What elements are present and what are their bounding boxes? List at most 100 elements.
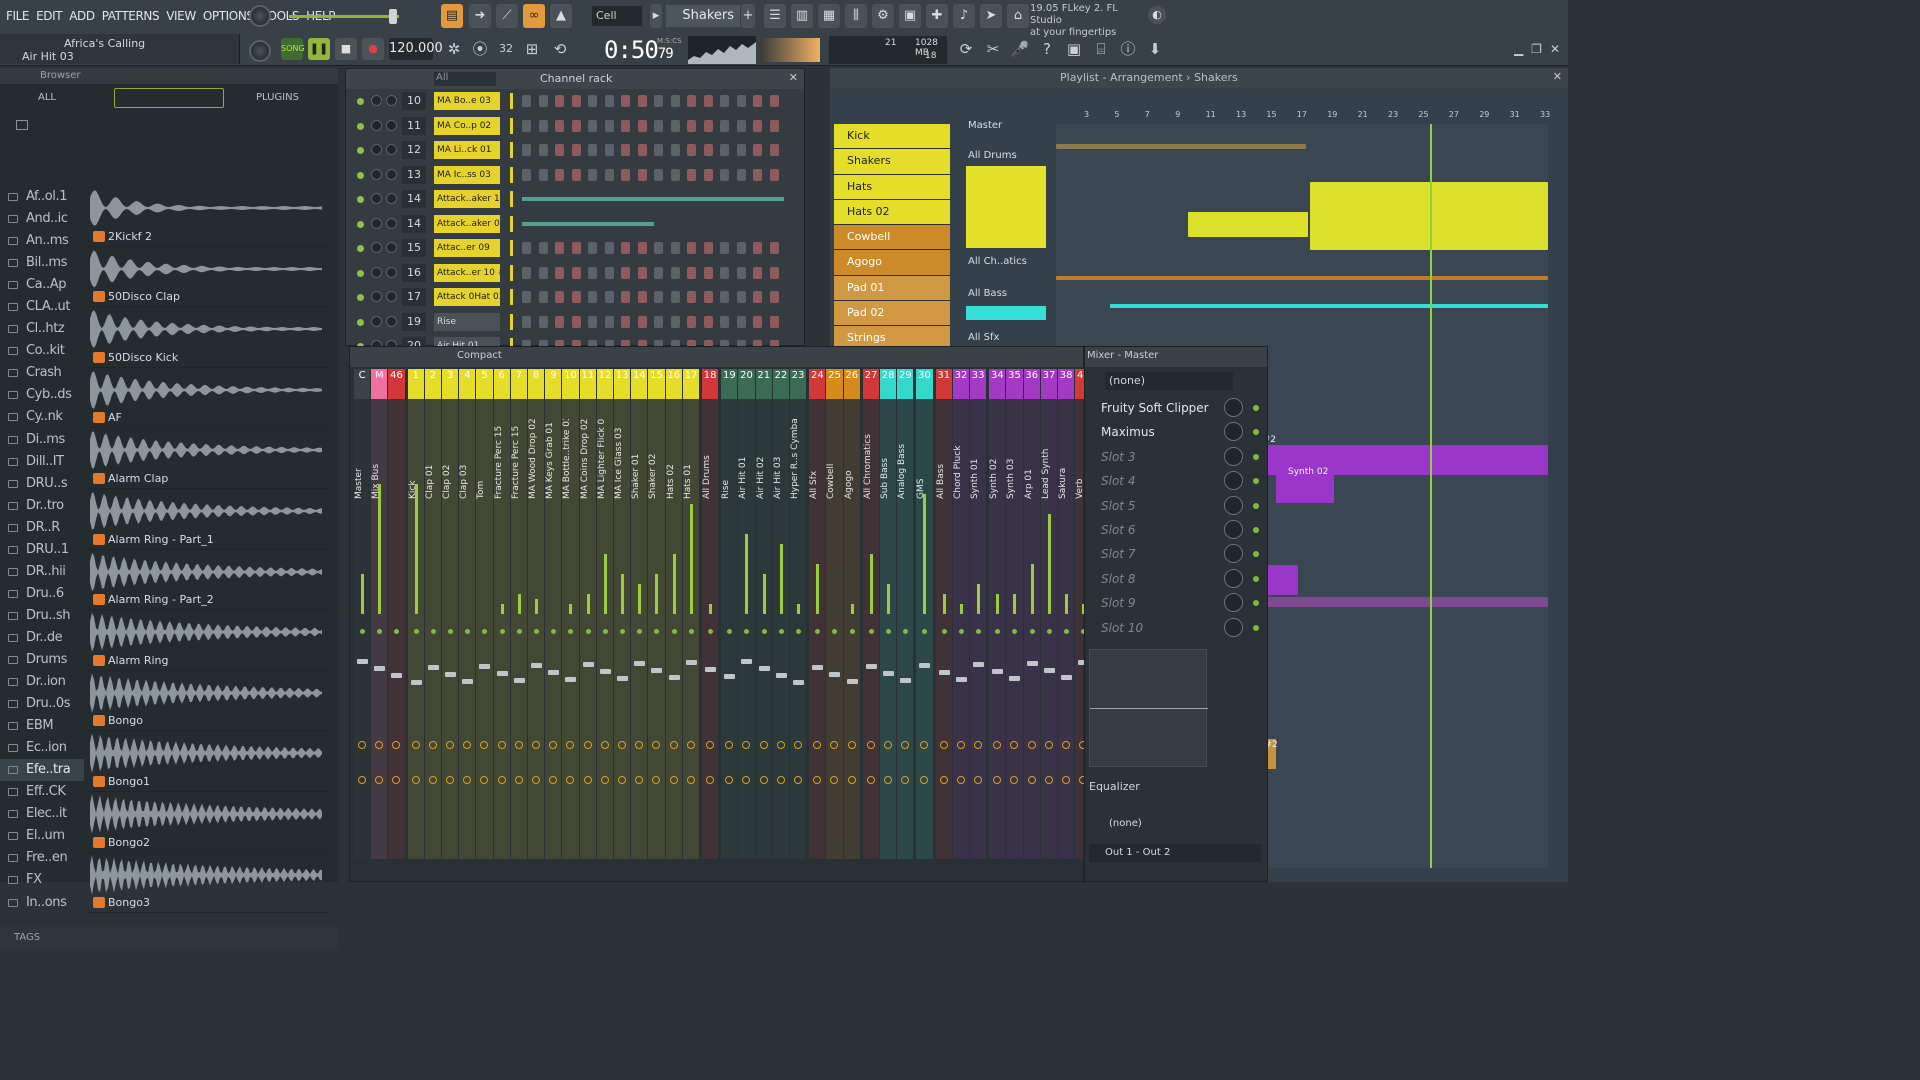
send-icon[interactable] <box>1010 776 1019 784</box>
step-button[interactable] <box>621 315 630 328</box>
browser-folder[interactable]: Dr..de <box>0 627 84 649</box>
channel-mixer-track[interactable]: 17 <box>402 288 426 306</box>
mixer-strip[interactable]: 13 MA Ice Glass 03 <box>614 369 631 859</box>
mixer-strip[interactable]: 34 Synth 02 <box>989 369 1006 859</box>
step-button[interactable] <box>571 291 581 303</box>
step-button[interactable] <box>538 291 548 303</box>
step-button[interactable] <box>670 315 680 328</box>
mixer-volume-fader[interactable] <box>531 663 542 668</box>
channel-mute-led[interactable] <box>357 98 364 105</box>
send-icon[interactable] <box>759 776 768 784</box>
step-button[interactable] <box>571 266 581 279</box>
mixer-strip[interactable]: 7 Fracture Perc 15 <box>510 369 528 859</box>
route-knob[interactable] <box>480 741 489 749</box>
mixer-strip[interactable]: C Master <box>354 369 371 859</box>
route-knob[interactable] <box>776 741 785 749</box>
step-button[interactable] <box>621 95 630 107</box>
channel-volume-knob[interactable] <box>386 315 397 327</box>
mixer-strip-enable-led[interactable] <box>516 629 522 634</box>
pause-button[interactable]: ❚❚ <box>308 38 330 60</box>
channel-mixer-track[interactable]: 15 <box>402 239 426 257</box>
browser-folder[interactable]: Ec..ion <box>0 737 84 759</box>
step-button[interactable] <box>555 315 564 328</box>
fx-slot-enable-led[interactable] <box>1253 624 1259 631</box>
send-icon[interactable] <box>956 776 965 784</box>
master-pitch-slider[interactable] <box>289 9 399 24</box>
send-icon[interactable] <box>600 776 609 784</box>
step-button[interactable] <box>522 291 531 303</box>
channel-select-bar[interactable] <box>510 191 513 207</box>
mixer-volume-fader[interactable] <box>548 670 560 675</box>
step-button[interactable] <box>588 266 597 279</box>
mixer-volume-fader[interactable] <box>741 659 753 664</box>
step-button[interactable] <box>588 168 597 181</box>
fx-slot-enable-led[interactable] <box>1253 527 1259 533</box>
mixer-strip-enable-led[interactable] <box>708 629 713 634</box>
step-button[interactable] <box>687 95 696 107</box>
mixer-volume-fader[interactable] <box>938 670 950 675</box>
channel-select-bar[interactable] <box>510 289 513 305</box>
step-button[interactable] <box>621 119 630 132</box>
channel-select-bar[interactable] <box>510 117 513 134</box>
sample-item[interactable]: Bongo1 <box>88 731 328 792</box>
step-button[interactable] <box>637 266 647 279</box>
send-icon[interactable] <box>514 776 523 784</box>
mixer-strip[interactable]: 30 GMS <box>916 369 933 859</box>
step-button[interactable] <box>571 242 581 254</box>
output-select[interactable]: Out 1 - Out 2 <box>1089 844 1261 862</box>
browser-folder[interactable]: DRU..1 <box>0 539 84 561</box>
mixer-volume-fader[interactable] <box>617 676 628 681</box>
channel-mixer-track[interactable]: 14 <box>402 190 426 208</box>
sample-item[interactable]: Alarm Ring <box>88 610 328 671</box>
pattern-item[interactable]: Hats <box>834 174 950 200</box>
mixer-strip[interactable]: 29 Analog Bass <box>897 369 914 859</box>
fx-slot-mix-knob[interactable] <box>1224 544 1243 564</box>
step-button[interactable] <box>687 119 696 132</box>
mixer-icon[interactable]: ⫼ <box>845 4 867 28</box>
fx-slot[interactable]: Slot 3 <box>1089 445 1265 469</box>
step-button[interactable] <box>670 95 680 107</box>
fx-slot[interactable]: Fruity Soft Clipper <box>1089 396 1265 420</box>
sample-item[interactable]: Alarm Ring - Part_2 <box>88 550 328 611</box>
mixer-strip[interactable]: 19 Rise <box>721 369 738 859</box>
channel-mixer-track[interactable]: 13 <box>402 165 426 184</box>
stop-button[interactable]: ■ <box>335 38 357 60</box>
channel-mixer-track[interactable]: 12 <box>402 141 426 159</box>
route-knob[interactable] <box>901 741 910 749</box>
mixer-strip-enable-led[interactable] <box>448 629 453 634</box>
send-icon[interactable] <box>652 776 661 784</box>
route-knob[interactable] <box>549 741 558 749</box>
mixer-volume-fader[interactable] <box>846 679 858 684</box>
step-button[interactable] <box>736 291 746 303</box>
step-button[interactable] <box>604 315 614 328</box>
channel-select-bar[interactable] <box>510 166 513 183</box>
send-icon[interactable] <box>566 776 575 784</box>
send-icon[interactable] <box>1044 776 1053 784</box>
mixer-strip[interactable]: 32 Chord Pluck <box>952 369 970 859</box>
channel-volume-knob[interactable] <box>386 119 397 131</box>
route-knob[interactable] <box>497 741 506 749</box>
step-button[interactable] <box>670 291 680 303</box>
mixer-strip-enable-led[interactable] <box>534 629 539 634</box>
step-button[interactable] <box>604 242 614 254</box>
browser-folder[interactable]: Fre..en <box>0 847 84 869</box>
mixer-strip[interactable]: 18 All Drums <box>702 369 719 859</box>
mixer-strip-enable-led[interactable] <box>602 629 608 634</box>
send-icon[interactable] <box>686 776 695 784</box>
step-button[interactable] <box>654 95 663 107</box>
step-button[interactable] <box>703 144 713 156</box>
cut-icon[interactable]: ✂ <box>982 38 1004 60</box>
step-button[interactable] <box>736 315 746 328</box>
step-button[interactable] <box>571 144 581 156</box>
playlist-clip[interactable] <box>1188 212 1308 237</box>
send-icon[interactable] <box>669 776 678 784</box>
step-button[interactable] <box>637 144 647 156</box>
step-button[interactable] <box>720 242 729 254</box>
mixer-strip-enable-led[interactable] <box>413 629 419 634</box>
channel-select-bar[interactable] <box>510 142 513 158</box>
browser-folder[interactable]: And..ic <box>0 208 84 230</box>
browser-folder[interactable]: Ca..Ap <box>0 274 84 296</box>
channel-name-button[interactable]: MA Li..ck 01 <box>434 141 500 159</box>
mixer-strip[interactable]: 38 Sakura <box>1058 369 1075 859</box>
step-button[interactable] <box>604 291 614 303</box>
